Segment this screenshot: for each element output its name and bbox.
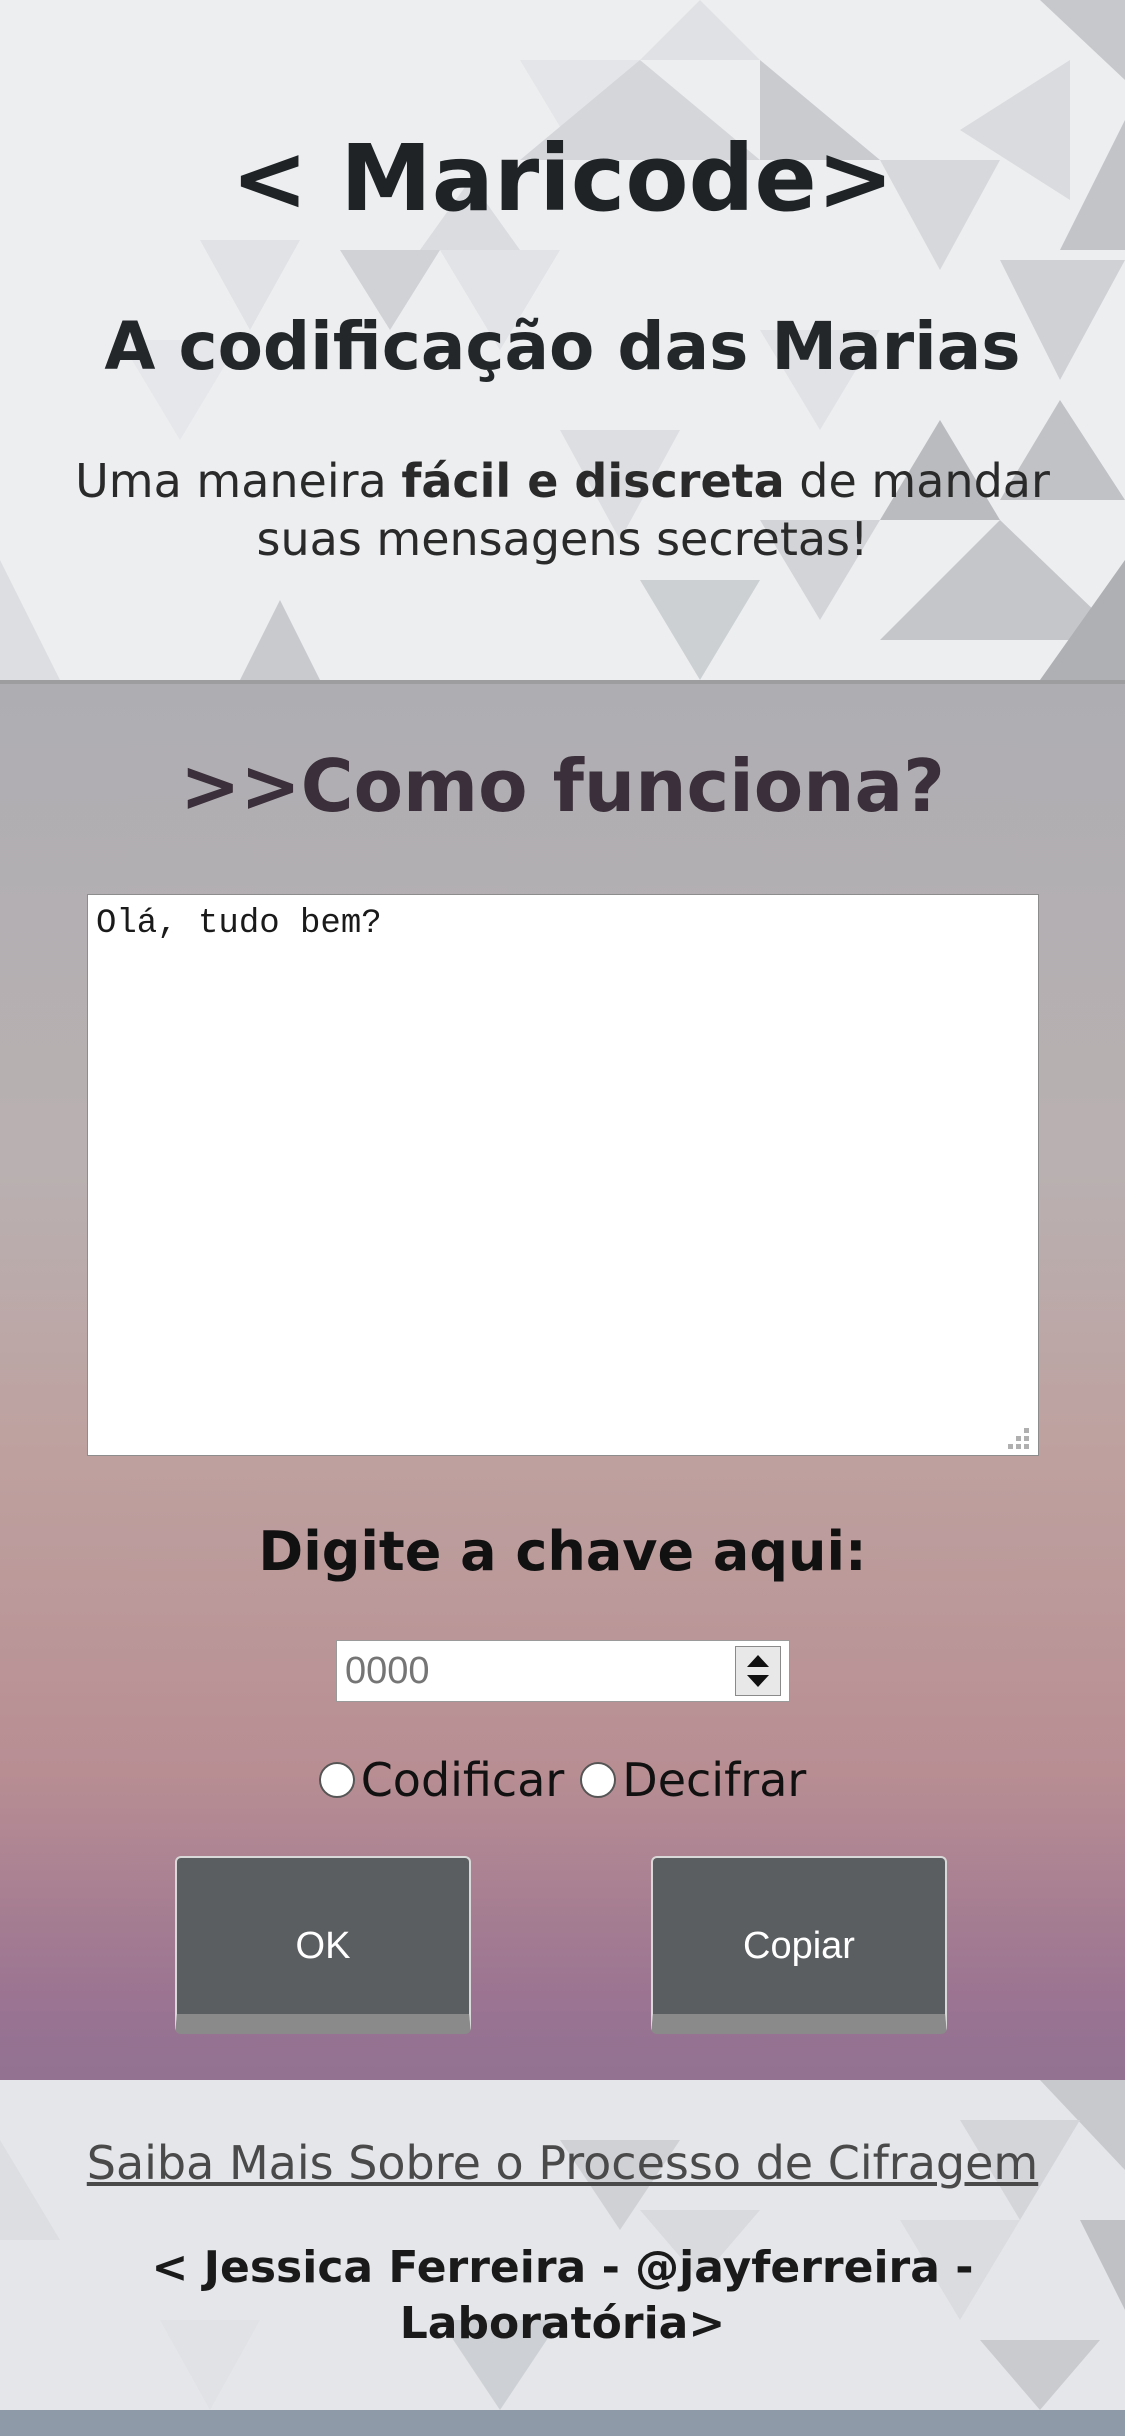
mode-radio-group: Codificar Decifrar	[0, 1750, 1125, 1810]
page-subtitle: A codificação das Marias	[104, 308, 1021, 385]
stepper-down-icon[interactable]	[747, 1675, 769, 1687]
message-textarea[interactable]	[87, 894, 1039, 1456]
resize-grip-icon[interactable]	[1004, 1424, 1032, 1452]
ok-button[interactable]: OK	[175, 1856, 471, 2034]
learn-more-link[interactable]: Saiba Mais Sobre o Processo de Cifragem	[0, 2136, 1125, 2190]
bottom-bar	[0, 2410, 1125, 2436]
stepper-up-icon[interactable]	[747, 1655, 769, 1667]
footer: Saiba Mais Sobre o Processo de Cifragem …	[0, 2080, 1125, 2410]
key-number-input[interactable]	[336, 1640, 790, 1702]
encode-radio-label[interactable]: Codificar	[361, 1753, 565, 1807]
cipher-section: >>Como funciona? Digite a chave aqui: Co…	[0, 680, 1125, 2080]
credits: < Jessica Ferreira - @jayferreira - Labo…	[151, 2242, 974, 2349]
page-title: < Maricode>	[231, 125, 894, 232]
decode-radio-label[interactable]: Decifrar	[622, 1753, 806, 1807]
key-stepper[interactable]	[735, 1646, 781, 1696]
copy-button[interactable]: Copiar	[651, 1856, 947, 2034]
tagline-start: Uma maneira	[75, 454, 402, 508]
decode-radio[interactable]	[580, 1762, 617, 1798]
tagline-bold: fácil e discreta	[401, 454, 785, 508]
encode-radio[interactable]	[318, 1762, 355, 1798]
tagline: Uma maneira fácil e discreta de mandar s…	[40, 452, 1085, 568]
header: < Maricode> A codificação das Marias Uma…	[0, 0, 1125, 680]
how-it-works-heading: >>Como funciona?	[180, 744, 945, 828]
key-label: Digite a chave aqui:	[258, 1520, 867, 1583]
